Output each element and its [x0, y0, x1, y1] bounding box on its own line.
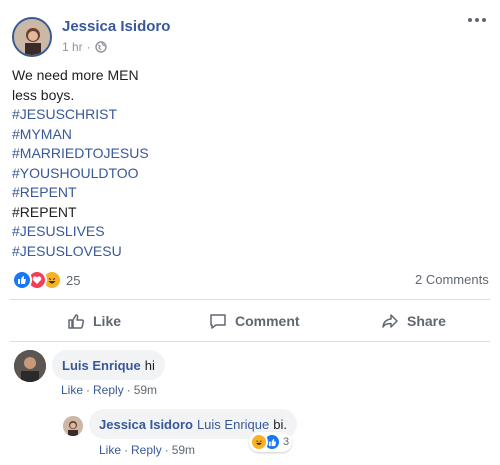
comment-button[interactable]: Comment: [209, 312, 300, 330]
hashtag-link[interactable]: #JESUSCHRIST: [12, 105, 149, 125]
comments-count[interactable]: 2 Comments: [415, 272, 489, 287]
like-label: Like: [93, 313, 122, 329]
post-text-line: less boys.: [12, 86, 75, 103]
post-text-line: #REPENT: [12, 203, 77, 220]
share-label: Share: [407, 313, 446, 329]
dot-separator: ·: [126, 383, 131, 397]
reply-like-link[interactable]: Like: [99, 443, 121, 457]
reply-mention[interactable]: Luis Enrique: [197, 417, 269, 432]
hashtag-link[interactable]: #MARRIEDTOJESUS: [12, 144, 149, 164]
comment-author[interactable]: Luis Enrique: [62, 358, 141, 373]
post-text-line: We need more MEN: [12, 67, 139, 83]
share-button[interactable]: Share: [381, 312, 446, 330]
reply-reaction-count: 3: [283, 436, 290, 448]
post-time[interactable]: 1 hr: [62, 40, 83, 54]
reply-reply-link[interactable]: Reply: [131, 443, 162, 457]
hashtag-link[interactable]: #YOUSHOULDTOO: [12, 164, 149, 184]
post-body: We need more MEN less boys. #JESUSCHRIST #M…: [12, 66, 149, 261]
like-button[interactable]: Like: [67, 312, 121, 330]
hashtag-link[interactable]: #REPENT: [12, 183, 149, 203]
share-icon: [382, 314, 398, 328]
thumbs-up-icon: [68, 314, 85, 329]
comment-icon: [210, 314, 226, 329]
hashtag-link[interactable]: #MYMAN: [12, 125, 149, 145]
hashtag-link[interactable]: #JESUSLIVES: [12, 222, 149, 242]
avatar-photo: [14, 19, 50, 55]
dot-separator: ·: [124, 443, 129, 457]
like-icon: [12, 270, 32, 290]
reply-actions: Like · Reply · 59m: [99, 443, 195, 457]
meta-separator: ·: [86, 40, 91, 54]
comment-actions: Like · Reply · 59m: [61, 383, 157, 397]
reply-avatar[interactable]: [63, 416, 83, 436]
comment-like-link[interactable]: Like: [61, 383, 83, 397]
comment-time[interactable]: 59m: [134, 383, 157, 397]
post-meta: 1 hr ·: [62, 40, 107, 54]
dot-separator: ·: [86, 383, 91, 397]
comment-label: Comment: [235, 313, 300, 329]
comment-bubble: Luis Enrique hi: [52, 350, 165, 380]
reaction-count[interactable]: 25: [66, 273, 80, 288]
dot-separator: ·: [164, 443, 169, 457]
reply-text: bi.: [273, 416, 287, 432]
reactions-summary[interactable]: 25: [12, 270, 80, 290]
reply-time[interactable]: 59m: [172, 443, 195, 457]
comment-text: hi: [144, 357, 155, 373]
reply-reactions[interactable]: 3: [249, 432, 293, 452]
divider-top: [10, 299, 490, 300]
hashtag-link[interactable]: #JESUSLOVESU: [12, 242, 149, 262]
author-avatar[interactable]: [12, 17, 52, 57]
divider-bottom: [10, 341, 490, 342]
commenter-avatar[interactable]: [14, 350, 46, 382]
globe-icon[interactable]: [94, 41, 107, 53]
more-options-icon[interactable]: [468, 14, 488, 26]
reply-author[interactable]: Jessica Isidoro: [99, 417, 193, 432]
comment-reply-link[interactable]: Reply: [93, 383, 124, 397]
author-name[interactable]: Jessica Isidoro: [62, 18, 170, 35]
haha-icon: [250, 433, 268, 451]
